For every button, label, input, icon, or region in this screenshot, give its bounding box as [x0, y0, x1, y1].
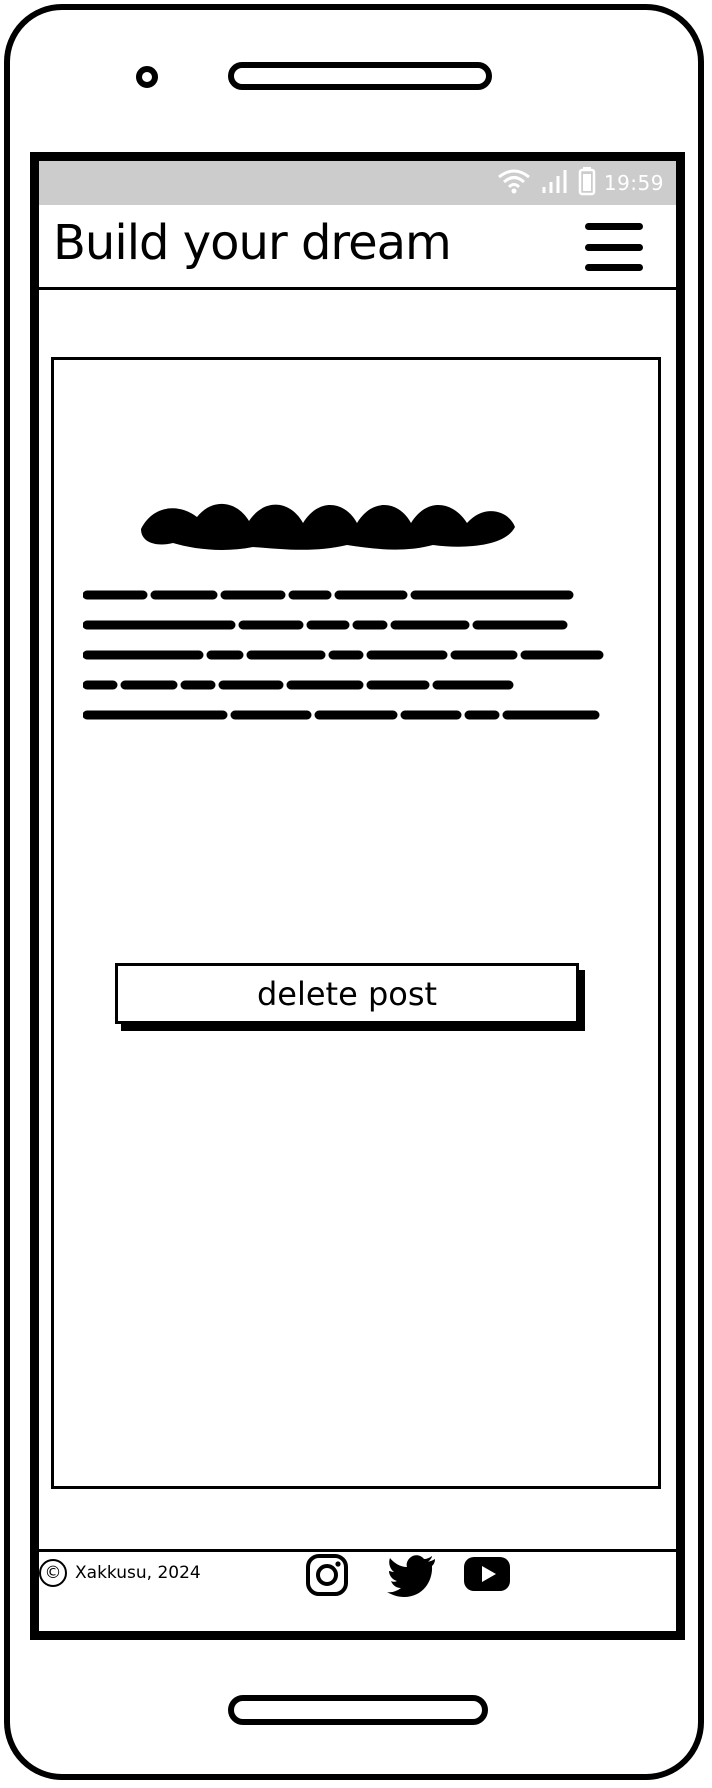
twitter-icon[interactable]: [387, 1553, 437, 1597]
hamburger-menu-icon[interactable]: [585, 223, 643, 271]
copyright-text: Xakkusu, 2024: [75, 1563, 201, 1583]
signal-icon: [540, 167, 570, 199]
speaker-grille: [228, 62, 492, 90]
delete-post-button[interactable]: delete post: [115, 963, 579, 1024]
post-body-placeholder: [83, 590, 604, 720]
footer-copyright: © Xakkusu, 2024: [39, 1559, 201, 1587]
post-title-placeholder: [141, 503, 515, 550]
home-bar: [228, 1695, 488, 1725]
phone-screen: 19:59 Build your dream delete post © Xak…: [30, 152, 685, 1640]
wifi-icon: [496, 167, 532, 199]
status-time: 19:59: [603, 171, 664, 195]
footer-divider: [39, 1549, 676, 1552]
battery-icon: [578, 166, 596, 200]
header-divider: [39, 287, 676, 290]
status-bar: 19:59: [39, 161, 676, 205]
instagram-icon[interactable]: [305, 1553, 349, 1597]
delete-button-wrapper: delete post: [115, 963, 585, 1031]
copyright-icon: ©: [39, 1559, 67, 1587]
youtube-icon[interactable]: [463, 1555, 511, 1593]
status-icons: 19:59: [496, 167, 664, 199]
camera-icon: [136, 66, 158, 88]
page-title: Build your dream: [53, 215, 452, 271]
